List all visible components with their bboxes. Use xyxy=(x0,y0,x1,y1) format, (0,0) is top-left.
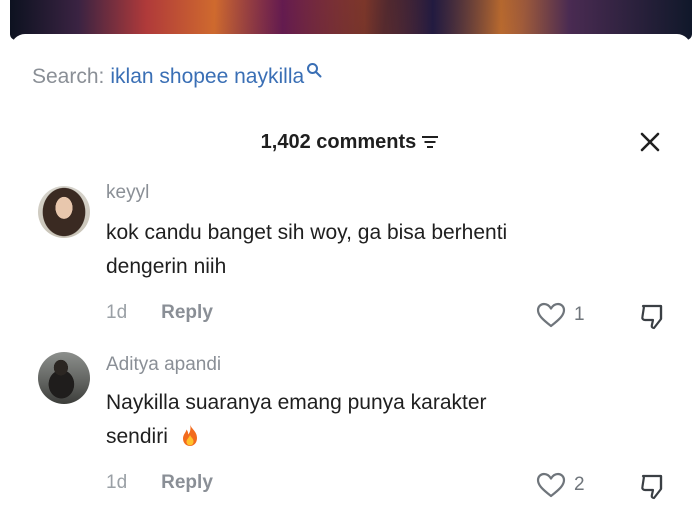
comments-count: 1,402 comments xyxy=(260,130,417,153)
avatar[interactable] xyxy=(38,186,90,238)
heart-icon xyxy=(536,302,566,328)
close-button[interactable] xyxy=(632,126,668,158)
comment-time: 1d xyxy=(106,302,128,323)
comment-meta: 1d Reply xyxy=(106,472,213,494)
search-prefix: Search: xyxy=(32,65,105,88)
avatar[interactable] xyxy=(38,352,90,404)
comment-text: kok candu banget sih woy, ga bisa berhen… xyxy=(106,216,636,284)
comment-text-line-with-emoji: sendiri xyxy=(106,420,636,454)
search-icon xyxy=(307,63,322,78)
dislike-icon[interactable] xyxy=(637,300,669,332)
comment-text-line: kok candu banget sih woy, ga bisa berhen… xyxy=(106,221,508,244)
search-term-link[interactable]: iklan shopee naykilla xyxy=(110,65,304,89)
comments-header: 1,402 comments xyxy=(0,124,700,160)
reply-button[interactable]: Reply xyxy=(161,472,213,494)
close-icon xyxy=(640,132,660,152)
comment-time: 1d xyxy=(106,472,128,493)
like-button[interactable]: 2 xyxy=(536,472,585,498)
comment-username[interactable]: keyyl xyxy=(106,182,149,204)
like-button[interactable]: 1 xyxy=(536,302,585,328)
comment-meta: 1d Reply xyxy=(106,302,213,324)
comment-text-line: dengerin niih xyxy=(106,255,227,278)
reply-button[interactable]: Reply xyxy=(161,302,213,324)
search-suggestion[interactable]: Search: iklan shopee naykilla xyxy=(32,60,322,94)
like-count: 2 xyxy=(574,474,585,495)
dislike-icon[interactable] xyxy=(637,470,669,502)
comment-username[interactable]: Aditya apandi xyxy=(106,354,221,376)
fire-icon xyxy=(182,424,197,446)
sort-filter-icon[interactable] xyxy=(421,135,439,149)
comment-text-line: sendiri xyxy=(106,425,168,448)
comment-text: Naykilla suaranya emang punya karakter s… xyxy=(106,386,636,454)
comment-text-line: Naykilla suaranya emang punya karakter xyxy=(106,391,487,414)
heart-icon xyxy=(536,472,566,498)
like-count: 1 xyxy=(574,304,585,325)
